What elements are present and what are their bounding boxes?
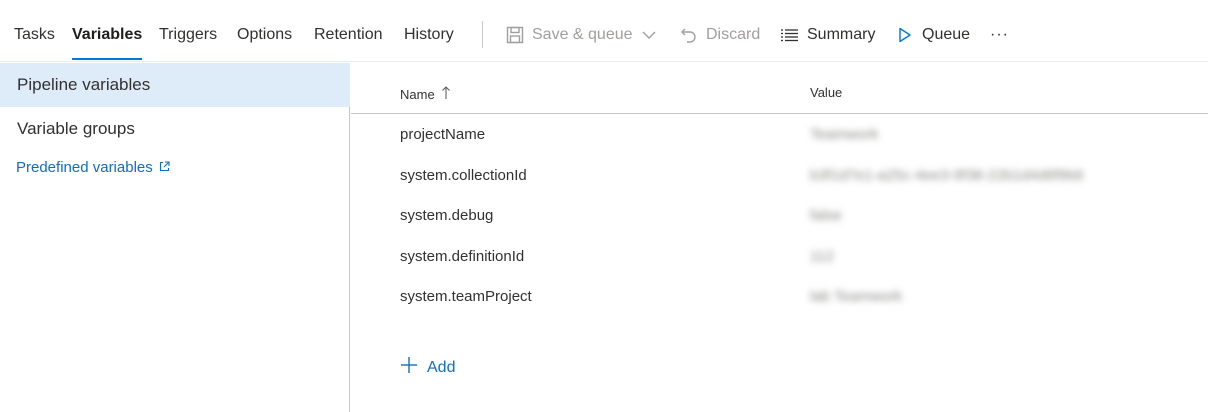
arrow-up-icon — [435, 85, 451, 103]
add-variable-label: Add — [427, 358, 456, 376]
tab-history[interactable]: History — [404, 0, 454, 62]
variable-name: system.debug — [400, 207, 494, 224]
tab-options[interactable]: Options — [237, 0, 292, 62]
variable-value[interactable]: false — [810, 207, 842, 224]
discard-label: Discard — [706, 26, 761, 43]
variables-sidebar: Pipeline variables Variable groups Prede… — [0, 63, 350, 412]
summary-button[interactable]: Summary — [780, 0, 875, 62]
predefined-variables-label: Predefined variables — [16, 159, 153, 176]
variable-value[interactable]: b3f1d7e1-a25c-4ee3-9f38-22b1d4d6f9b6 — [810, 167, 1084, 184]
add-variable-button[interactable]: Add — [400, 356, 455, 379]
pipeline-toolbar: Tasks Variables Triggers Options Retenti… — [0, 0, 1208, 62]
table-row[interactable]: system.teamProject lab Teamwork — [351, 276, 1208, 316]
variable-value[interactable]: Teamwork — [810, 126, 878, 143]
table-row[interactable]: system.definitionId 112 — [351, 236, 1208, 276]
column-header-value[interactable]: Value — [810, 85, 842, 100]
plus-icon — [400, 356, 418, 379]
toolbar-divider — [482, 21, 483, 48]
play-icon — [898, 27, 912, 43]
table-header: Name Value — [351, 63, 1208, 114]
column-header-name-label: Name — [400, 86, 435, 102]
sidebar-item-variable-groups[interactable]: Variable groups — [0, 107, 350, 151]
more-icon: ··· — [990, 26, 1009, 43]
save-and-queue-button[interactable]: Save & queue — [506, 0, 656, 62]
table-row[interactable]: projectName Teamwork — [351, 114, 1208, 154]
save-icon — [506, 26, 524, 44]
queue-button[interactable]: Queue — [898, 0, 970, 62]
tab-triggers[interactable]: Triggers — [159, 0, 217, 62]
queue-label: Queue — [922, 26, 971, 43]
variable-name: system.definitionId — [400, 248, 525, 265]
table-row[interactable]: system.collectionId b3f1d7e1-a25c-4ee3-9… — [351, 155, 1208, 195]
undo-icon — [680, 26, 698, 44]
tab-variables[interactable]: Variables — [72, 0, 143, 62]
variables-table: Name Value projectName Teamwork system.c… — [351, 63, 1208, 412]
discard-button[interactable]: Discard — [680, 0, 760, 62]
more-actions-button[interactable]: ··· — [990, 0, 1009, 62]
tab-tasks[interactable]: Tasks — [14, 0, 55, 62]
summary-label: Summary — [807, 26, 876, 43]
save-and-queue-label: Save & queue — [532, 26, 633, 43]
table-row[interactable]: system.debug false — [351, 195, 1208, 235]
column-header-name[interactable]: Name — [400, 85, 451, 103]
predefined-variables-link[interactable]: Predefined variables — [16, 159, 170, 176]
variable-name: system.teamProject — [400, 288, 532, 305]
variable-value[interactable]: lab Teamwork — [810, 288, 902, 305]
chevron-down-icon[interactable] — [642, 30, 656, 40]
list-icon — [780, 27, 799, 43]
variable-name: system.collectionId — [400, 167, 527, 184]
variable-name: projectName — [400, 126, 486, 143]
tab-retention[interactable]: Retention — [314, 0, 383, 62]
external-link-icon — [153, 159, 170, 176]
column-header-value-label: Value — [810, 85, 843, 100]
variable-value[interactable]: 112 — [810, 248, 834, 265]
sidebar-item-pipeline-variables[interactable]: Pipeline variables — [0, 63, 350, 107]
